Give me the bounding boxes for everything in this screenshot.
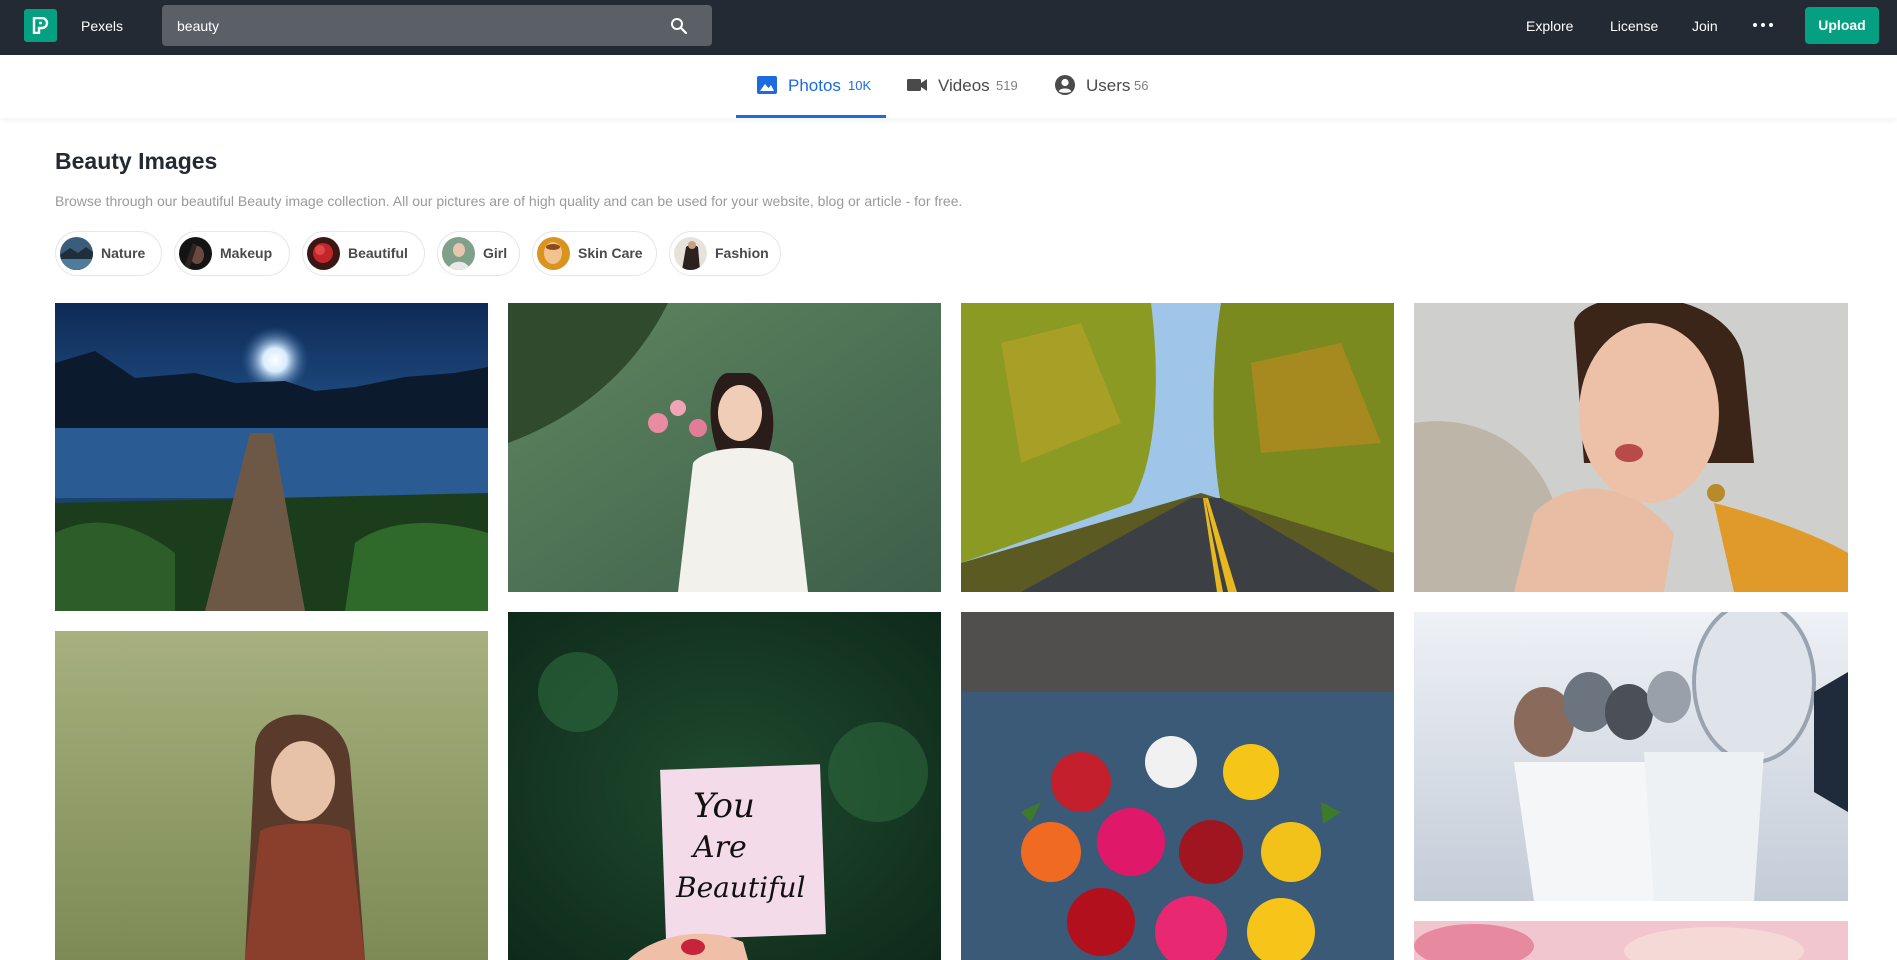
explore-link[interactable]: Explore <box>1526 18 1573 34</box>
chip-label: Makeup <box>220 245 273 261</box>
chip-skin-care[interactable]: Skin Care <box>532 231 657 276</box>
note-word-3: Beautiful <box>675 871 805 904</box>
tab-videos-count: 519 <box>996 78 1018 93</box>
chip-label: Nature <box>101 245 146 261</box>
chip-thumbnail <box>60 237 93 270</box>
note-word-1: You <box>693 786 755 826</box>
license-link[interactable]: License <box>1610 18 1658 34</box>
chip-thumbnail <box>442 237 475 270</box>
more-icon[interactable] <box>1752 16 1774 34</box>
chip-label: Girl <box>483 245 508 261</box>
chip-label: Skin Care <box>578 245 643 261</box>
search-input[interactable] <box>177 5 647 46</box>
photo-pink-flowers[interactable] <box>1414 921 1848 960</box>
chip-beautiful[interactable]: Beautiful <box>302 231 425 276</box>
media-type-tabs: Photos 10K Videos 519 Users 56 <box>0 55 1897 118</box>
tab-photos-count: 10K <box>848 78 872 93</box>
photo-you-are-beautiful-note[interactable]: You Are Beautiful <box>508 612 941 960</box>
chip-makeup[interactable]: Makeup <box>174 231 290 276</box>
chip-thumbnail <box>307 237 340 270</box>
chip-label: Fashion <box>715 245 769 261</box>
tab-photos[interactable]: Photos 10K <box>736 55 886 118</box>
top-navigation-bar: Pexels Explore License Join Upload <box>0 0 1897 55</box>
tab-users[interactable]: Users 56 <box>1054 55 1164 118</box>
tab-photos-label: Photos <box>788 76 841 95</box>
chip-thumbnail <box>537 237 570 270</box>
photo-woman-brown-dress[interactable] <box>55 631 488 960</box>
chip-thumbnail <box>179 237 212 270</box>
chip-girl[interactable]: Girl <box>437 231 520 276</box>
active-tab-indicator <box>736 115 886 118</box>
photo-makeup-brushes[interactable] <box>1414 612 1848 901</box>
upload-button[interactable]: Upload <box>1805 7 1879 44</box>
search-icon[interactable] <box>670 17 688 35</box>
photo-woman-portrait-earring[interactable] <box>1414 303 1848 592</box>
user-icon <box>1054 74 1076 96</box>
join-link[interactable]: Join <box>1692 18 1718 34</box>
chip-label: Beautiful <box>348 245 408 261</box>
brand-name[interactable]: Pexels <box>81 18 123 34</box>
photo-woman-white-ao-dai[interactable] <box>508 303 941 592</box>
photo-flower-bouquet[interactable] <box>961 612 1394 960</box>
note-word-2: Are <box>690 830 747 865</box>
page-title: Beauty Images <box>55 148 218 174</box>
search-bar <box>162 5 712 46</box>
tab-videos[interactable]: Videos 519 <box>906 55 1022 118</box>
chip-thumbnail <box>674 237 707 270</box>
chip-fashion[interactable]: Fashion <box>669 231 781 276</box>
photo-icon <box>756 74 778 96</box>
video-camera-icon <box>906 74 928 96</box>
photo-autumn-forest-road[interactable] <box>961 303 1394 592</box>
chip-nature[interactable]: Nature <box>55 231 162 276</box>
tab-users-count: 56 <box>1134 78 1149 93</box>
photo-lake-pier-night[interactable] <box>55 303 488 611</box>
tab-users-label: Users <box>1086 76 1131 95</box>
tab-videos-label: Videos <box>938 76 990 95</box>
page-description: Browse through our beautiful Beauty imag… <box>55 193 963 209</box>
pexels-logo-icon[interactable] <box>24 9 57 42</box>
